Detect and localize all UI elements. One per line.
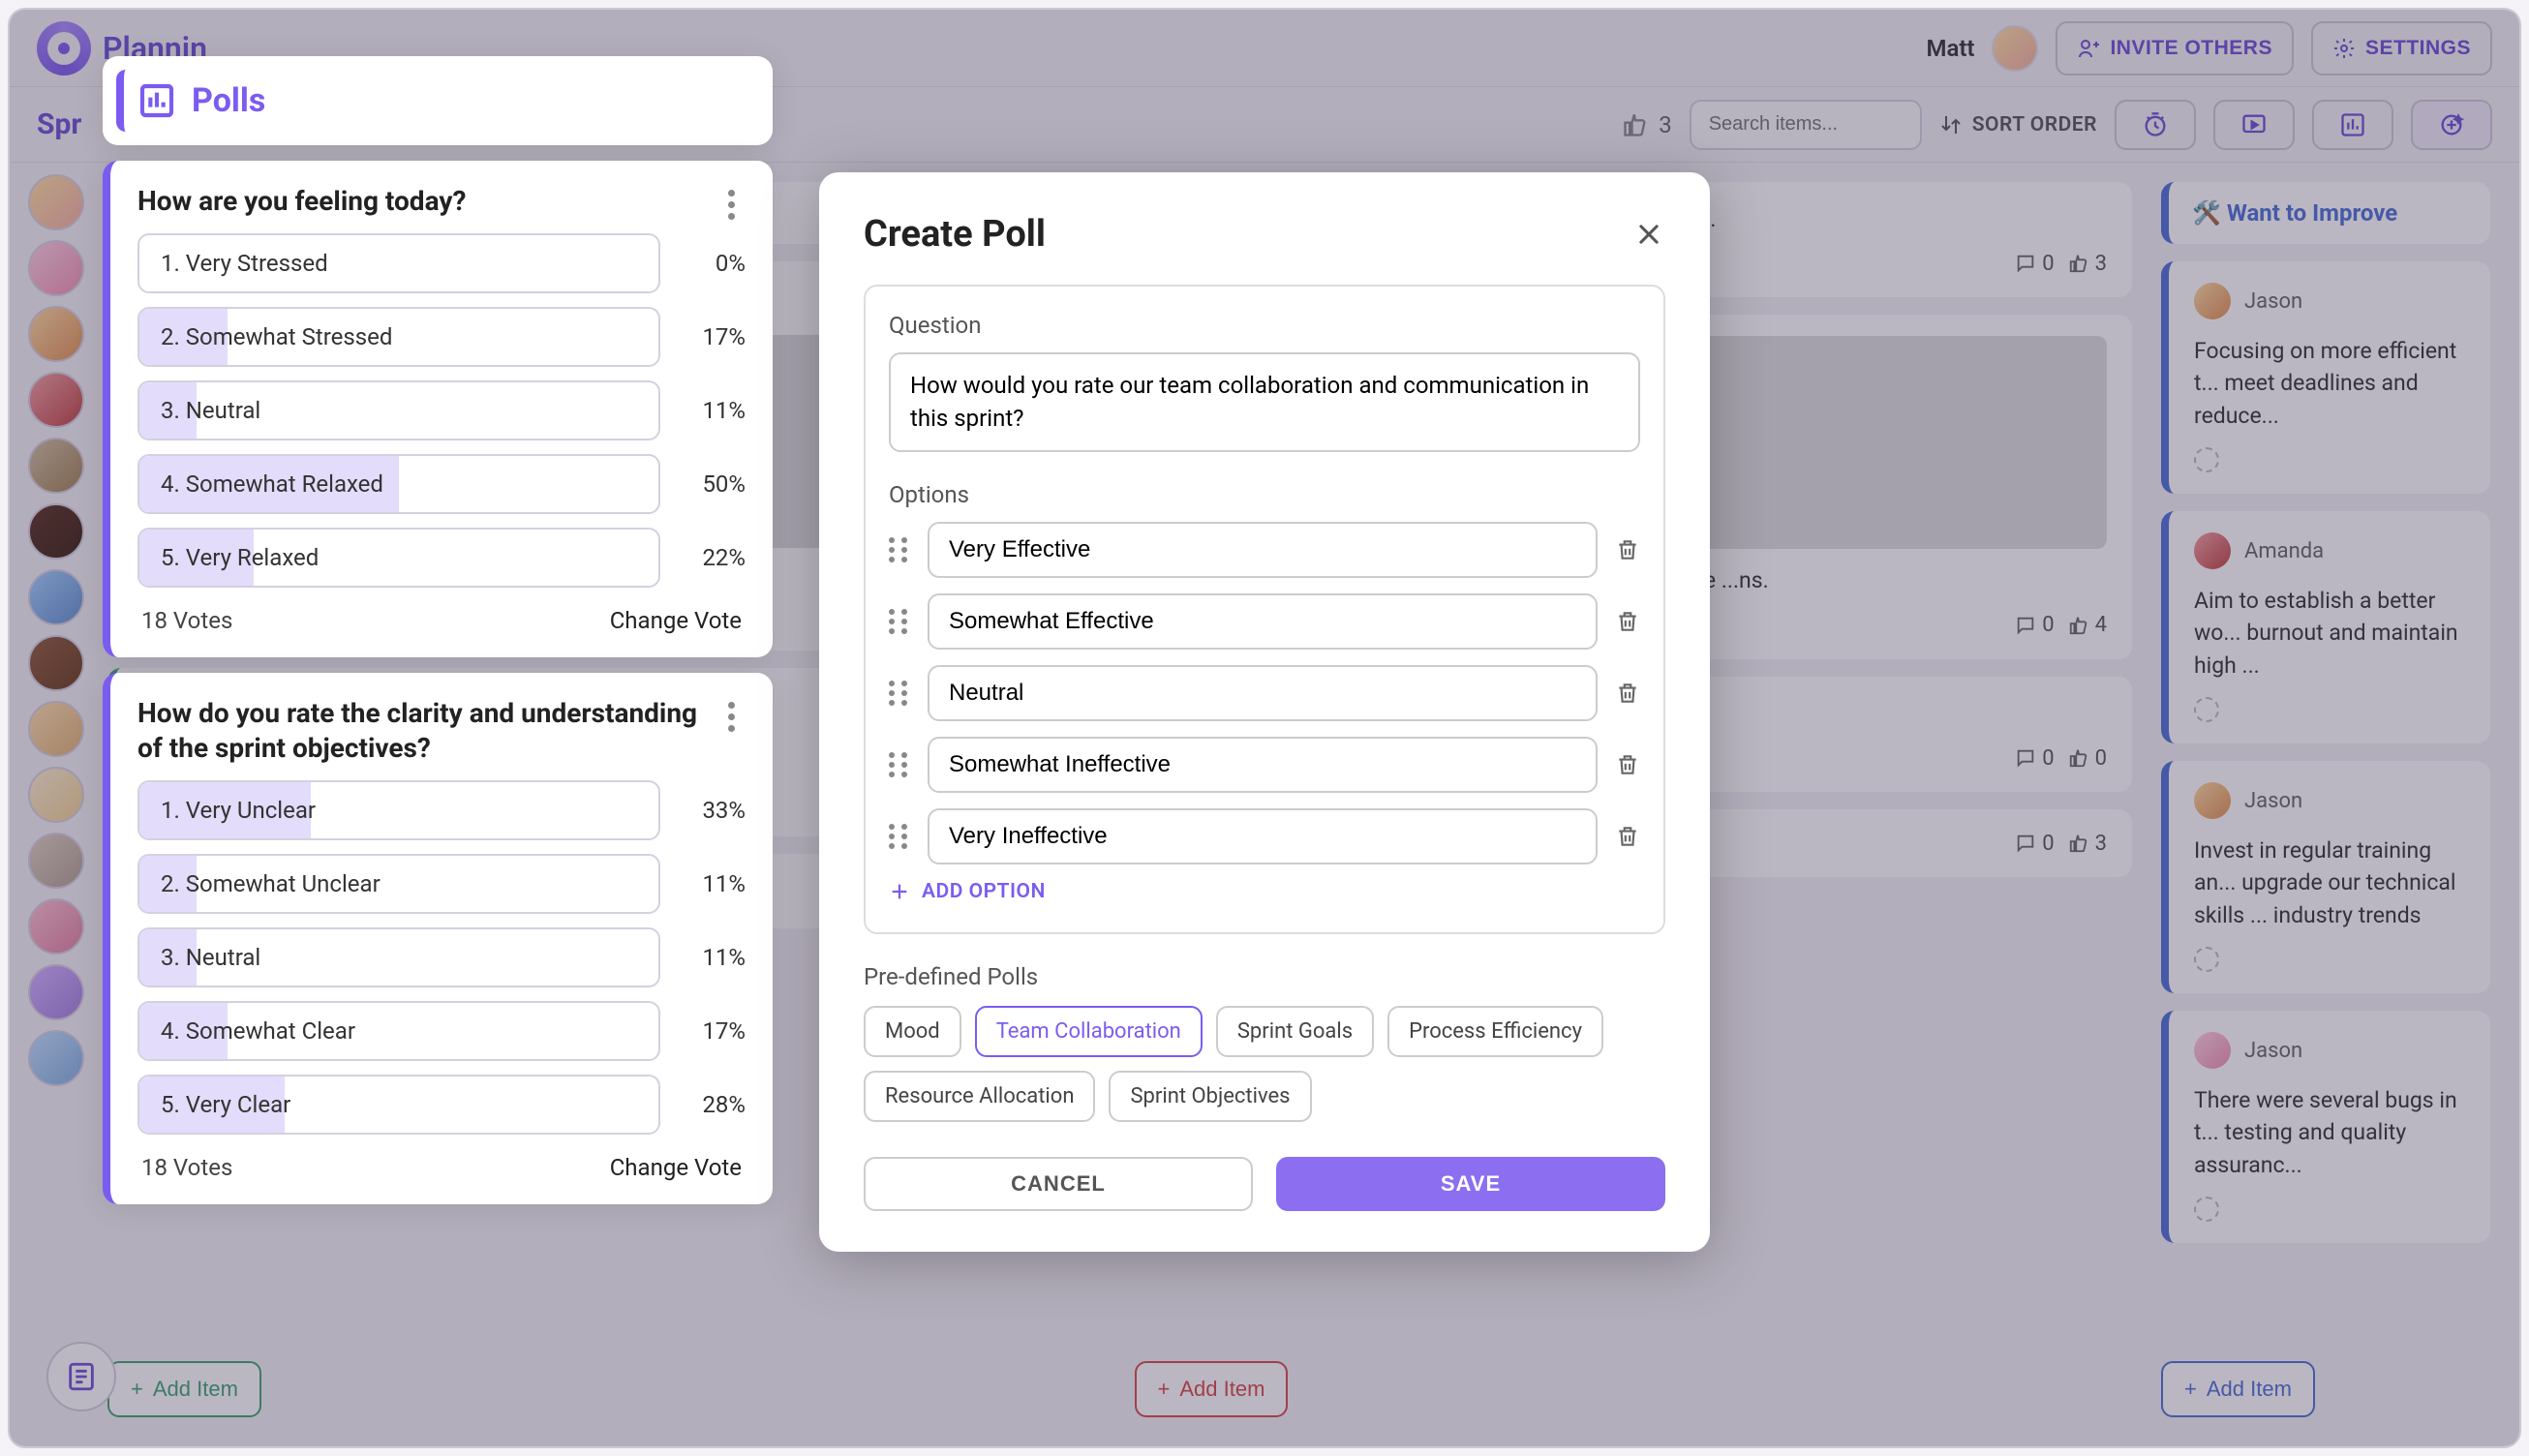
predefined-poll-chip[interactable]: Sprint Goals (1216, 1006, 1374, 1057)
trash-icon (1615, 681, 1640, 706)
option-input[interactable] (928, 737, 1598, 793)
predefined-poll-chip[interactable]: Resource Allocation (864, 1071, 1095, 1122)
question-input[interactable] (889, 352, 1640, 452)
predefined-poll-chip[interactable]: Mood (864, 1006, 961, 1057)
option-row (889, 665, 1640, 721)
add-option-button[interactable]: ADD OPTION (889, 880, 1640, 903)
predefined-poll-chip[interactable]: Process Efficiency (1387, 1006, 1603, 1057)
question-label: Question (889, 312, 1640, 339)
options-label: Options (889, 481, 1640, 508)
delete-option-button[interactable] (1615, 609, 1640, 634)
drag-handle-icon[interactable] (889, 537, 910, 562)
close-button[interactable] (1632, 218, 1665, 251)
trash-icon (1615, 609, 1640, 634)
option-input[interactable] (928, 665, 1598, 721)
option-input[interactable] (928, 808, 1598, 864)
delete-option-button[interactable] (1615, 537, 1640, 562)
modal-title: Create Poll (864, 213, 1046, 256)
predefined-label: Pre-defined Polls (864, 963, 1665, 990)
modal-overlay: Create Poll Question Options ADD OPTIO (10, 10, 2519, 1446)
option-row (889, 808, 1640, 864)
drag-handle-icon[interactable] (889, 681, 910, 706)
drag-handle-icon[interactable] (889, 752, 910, 777)
drag-handle-icon[interactable] (889, 824, 910, 849)
delete-option-button[interactable] (1615, 824, 1640, 849)
drag-handle-icon[interactable] (889, 609, 910, 634)
trash-icon (1615, 752, 1640, 777)
delete-option-button[interactable] (1615, 752, 1640, 777)
plus-icon (889, 881, 910, 902)
cancel-button[interactable]: CANCEL (864, 1157, 1253, 1211)
option-row (889, 593, 1640, 650)
option-row (889, 522, 1640, 578)
trash-icon (1615, 824, 1640, 849)
option-input[interactable] (928, 522, 1598, 578)
save-button[interactable]: SAVE (1276, 1157, 1665, 1211)
trash-icon (1615, 537, 1640, 562)
delete-option-button[interactable] (1615, 681, 1640, 706)
option-row (889, 737, 1640, 793)
predefined-poll-chip[interactable]: Sprint Objectives (1109, 1071, 1311, 1122)
predefined-poll-chip[interactable]: Team Collaboration (975, 1006, 1203, 1057)
create-poll-modal: Create Poll Question Options ADD OPTIO (819, 172, 1710, 1252)
option-input[interactable] (928, 593, 1598, 650)
